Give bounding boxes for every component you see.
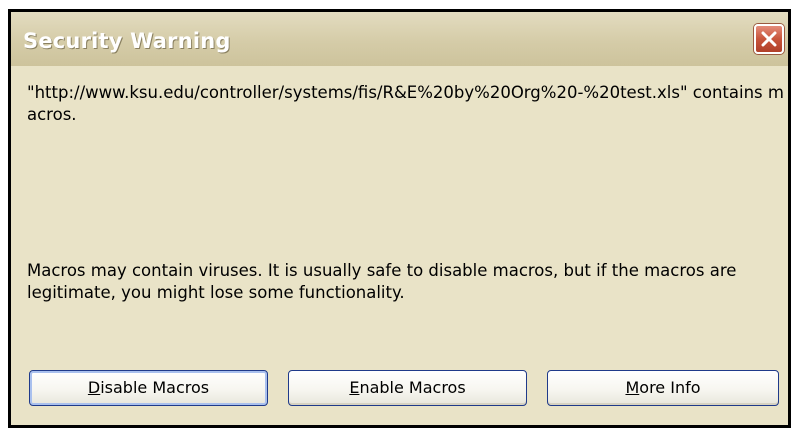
- more-info-button[interactable]: More Info: [547, 370, 779, 406]
- dialog-title: Security Warning: [23, 29, 231, 53]
- enable-label: nable Macros: [359, 378, 466, 397]
- enable-macros-button[interactable]: Enable Macros: [288, 370, 527, 406]
- disable-macros-button[interactable]: Disable Macros: [29, 370, 268, 406]
- disable-mnemonic: D: [87, 378, 101, 397]
- macro-warning-message: Macros may contain viruses. It is usuall…: [27, 261, 737, 302]
- macro-file-message: "http://www.ksu.edu/controller/systems/f…: [27, 83, 784, 124]
- close-icon: [761, 31, 777, 47]
- title-bar[interactable]: Security Warning: [11, 12, 788, 66]
- security-warning-dialog: Security Warning "http://www.ksu.edu/con…: [8, 9, 791, 428]
- more-info-mnemonic: M: [625, 378, 640, 397]
- more-info-label: ore Info: [639, 378, 701, 397]
- enable-mnemonic: E: [349, 378, 360, 397]
- disable-label: isable Macros: [100, 378, 210, 397]
- close-button[interactable]: [754, 24, 784, 54]
